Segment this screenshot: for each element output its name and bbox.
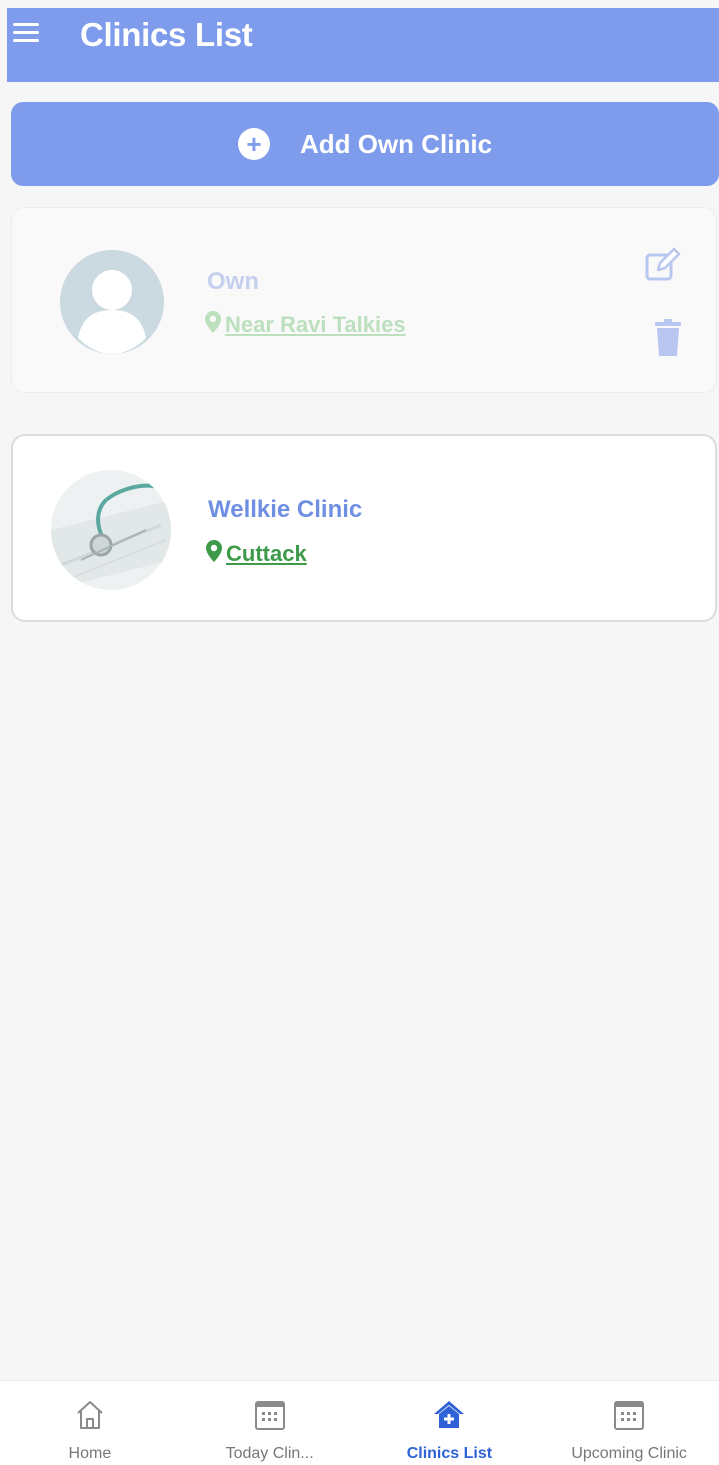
clinic-name: Wellkie Clinic bbox=[208, 496, 363, 523]
plus-circle-icon: + bbox=[237, 128, 270, 160]
page-title: Clinics List bbox=[80, 16, 253, 53]
home-icon bbox=[72, 1397, 108, 1433]
hamburger-menu-icon[interactable] bbox=[13, 23, 39, 45]
calendar-icon bbox=[611, 1397, 647, 1433]
clinic-card-own[interactable]: Own Near Ravi Talkies bbox=[11, 207, 717, 393]
clinic-location-link[interactable]: Cuttack bbox=[206, 540, 307, 568]
calendar-icon bbox=[252, 1397, 288, 1433]
map-pin-icon bbox=[206, 540, 222, 568]
clinic-photo bbox=[51, 470, 171, 590]
nav-item-today-clinic[interactable]: Today Clin... bbox=[180, 1381, 360, 1465]
map-pin-icon bbox=[205, 311, 221, 339]
trash-icon[interactable] bbox=[653, 318, 683, 358]
nav-label: Clinics List bbox=[406, 1445, 493, 1462]
add-own-clinic-label: Add Own Clinic bbox=[299, 128, 493, 159]
nav-item-home[interactable]: Home bbox=[0, 1381, 180, 1465]
nav-label: Upcoming Clinic bbox=[571, 1445, 687, 1462]
bottom-navigation: Home Today Clin... Clinics List Upcoming… bbox=[0, 1380, 719, 1465]
clinic-location-link[interactable]: Near Ravi Talkies bbox=[205, 311, 406, 339]
clinic-card-wellkie[interactable]: Wellkie Clinic Cuttack bbox=[11, 434, 717, 622]
app-screen: Clinics List + Add Own Clinic Own Near R… bbox=[0, 0, 719, 1465]
add-own-clinic-button[interactable]: + Add Own Clinic bbox=[11, 102, 719, 186]
clinic-location-text: Near Ravi Talkies bbox=[225, 312, 406, 337]
nav-label: Today Clin... bbox=[225, 1445, 314, 1462]
clinic-home-icon bbox=[431, 1397, 467, 1433]
default-avatar-icon bbox=[60, 250, 164, 354]
nav-label: Home bbox=[68, 1445, 112, 1462]
app-header: Clinics List bbox=[7, 8, 719, 82]
nav-item-clinics-list[interactable]: Clinics List bbox=[360, 1381, 540, 1465]
edit-icon[interactable] bbox=[642, 246, 682, 286]
nav-item-upcoming-clinic[interactable]: Upcoming Clinic bbox=[539, 1381, 719, 1465]
clinic-location-text: Cuttack bbox=[226, 541, 307, 566]
clinic-name: Own bbox=[207, 268, 259, 295]
